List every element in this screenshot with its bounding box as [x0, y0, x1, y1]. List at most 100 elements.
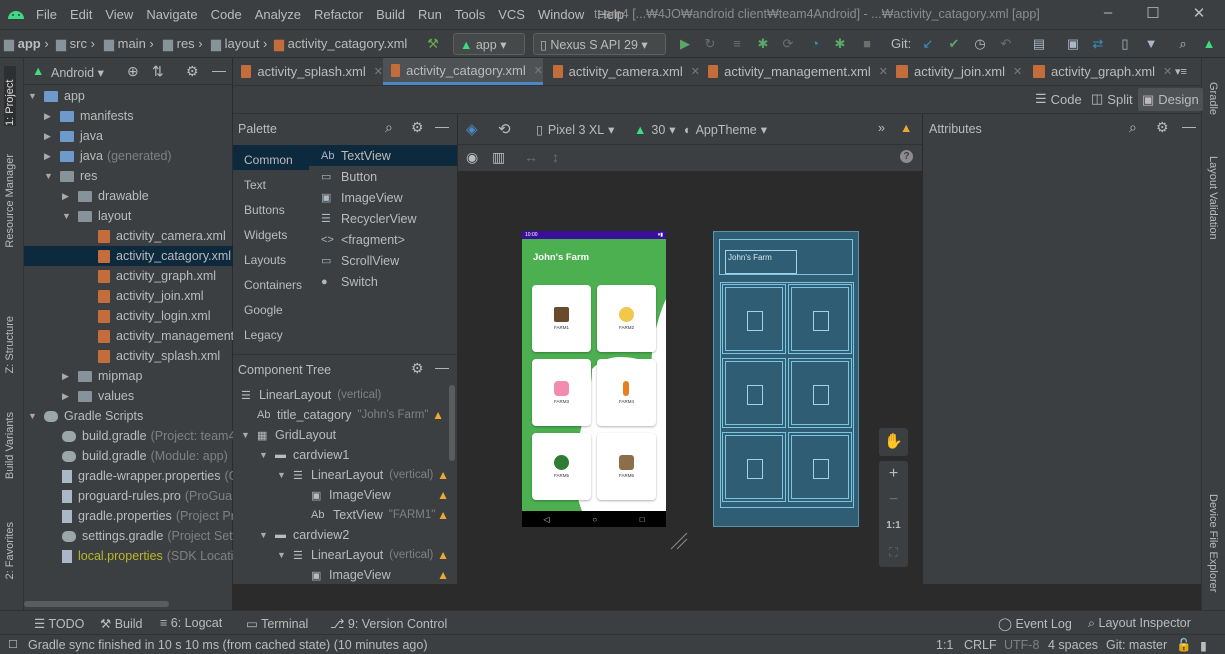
close-icon[interactable]: ✕: [1189, 4, 1209, 24]
git-history-icon[interactable]: ◷: [973, 37, 987, 51]
resize-handle-icon[interactable]: [669, 531, 689, 551]
tab-activity-graph[interactable]: activity_graph.xml ✕: [1025, 58, 1173, 85]
locate-icon[interactable]: ⊕: [127, 63, 139, 80]
tree-item[interactable]: ▶ java: [44, 126, 103, 146]
close-tab-icon[interactable]: ✕: [879, 65, 888, 78]
hide-icon[interactable]: —: [435, 359, 449, 375]
warning-icon[interactable]: ▲: [437, 468, 449, 482]
attach-debugger-icon[interactable]: ⟳: [781, 37, 795, 51]
tree-item[interactable]: activity_management.: [98, 326, 238, 346]
device-file-explorer-tab[interactable]: Device File Explorer: [1207, 494, 1219, 592]
card-farm2[interactable]: FARM2: [597, 285, 656, 352]
palette-item[interactable]: Ab TextView: [309, 145, 457, 166]
caret-position[interactable]: 1:1: [936, 638, 953, 652]
search-icon[interactable]: ⌕: [1176, 37, 1190, 51]
tree-item[interactable]: ▼ app: [28, 86, 85, 106]
breadcrumb-src[interactable]: ▆ src ›: [56, 36, 95, 52]
hide-icon[interactable]: —: [212, 62, 226, 78]
component-tree-item[interactable]: ▼ ☰ LinearLayout (vertical) ▲: [277, 465, 455, 485]
tree-item[interactable]: gradle.properties (Project Pro: [62, 506, 242, 526]
stop-icon[interactable]: ■: [860, 37, 874, 51]
tab-overflow-icon[interactable]: ▾≡: [1175, 65, 1187, 78]
blueprint-preview[interactable]: John's Farm: [713, 231, 859, 527]
horizontal-scrollbar[interactable]: [24, 601, 169, 607]
minimize-icon[interactable]: –: [1098, 4, 1118, 24]
todo-tab[interactable]: ☰ TODO: [34, 616, 84, 631]
palette-category[interactable]: Widgets: [233, 220, 309, 245]
file-encoding[interactable]: UTF-8: [1004, 638, 1039, 652]
tree-item[interactable]: activity_camera.xml: [98, 226, 226, 246]
tree-item[interactable]: proguard-rules.pro (ProGuar: [62, 486, 236, 506]
tree-item[interactable]: settings.gradle (Project Setti: [62, 526, 239, 546]
resource-manager-tab[interactable]: Resource Manager: [4, 154, 16, 248]
component-tree-item[interactable]: Ab TextView "FARM1" ▲: [311, 505, 455, 525]
tab-activity-splash[interactable]: activity_splash.xml ✕: [233, 58, 383, 85]
palette-category[interactable]: Text: [233, 170, 309, 195]
debug-icon[interactable]: ✱: [756, 37, 770, 51]
orientation-icon[interactable]: ⟲: [498, 120, 511, 138]
menu-run[interactable]: Run: [418, 7, 442, 22]
component-tree-item[interactable]: ▼ ▬ cardview1: [259, 445, 446, 465]
menu-navigate[interactable]: Navigate: [146, 7, 197, 22]
component-tree-item[interactable]: ☰ LinearLayout (vertical): [241, 385, 446, 405]
close-tab-icon[interactable]: ✕: [374, 65, 383, 78]
tab-activity-join[interactable]: activity_join.xml ✕: [888, 58, 1025, 85]
theme-dropdown[interactable]: ◐ AppTheme ▾: [684, 122, 767, 138]
phone-preview[interactable]: 10:00 ▾▮ John's Farm FARM1 FARM2 FARM3 FA…: [522, 231, 666, 527]
build-variants-tab[interactable]: Build Variants: [4, 412, 16, 479]
card-farm3[interactable]: FARM3: [532, 359, 591, 426]
breadcrumb-layout[interactable]: ▆ layout ›: [211, 36, 267, 52]
eye-icon[interactable]: ◉: [466, 149, 478, 166]
menu-file[interactable]: File: [36, 7, 57, 22]
tree-item[interactable]: gradle-wrapper.properties (G: [62, 466, 238, 486]
menu-code[interactable]: Code: [211, 7, 242, 22]
gear-icon[interactable]: ⚙: [1156, 119, 1169, 136]
overflow-icon[interactable]: »: [878, 121, 885, 135]
run-config-dropdown[interactable]: ▲ app ▾: [453, 33, 525, 55]
tab-activity-management[interactable]: activity_management.xml ✕: [700, 58, 888, 85]
palette-category[interactable]: Google: [233, 295, 309, 320]
structure-tab[interactable]: Z: Structure: [4, 316, 16, 373]
zoom-reset-button[interactable]: 1:1: [879, 513, 908, 539]
sdk-manager-icon[interactable]: ▼: [1144, 37, 1158, 51]
gear-icon[interactable]: ⚙: [411, 119, 424, 136]
component-tree-item[interactable]: Ab title_catagory "John's Farm" ▲: [257, 405, 450, 425]
horizontal-resize-icon[interactable]: ↔: [524, 149, 538, 165]
layout-inspector-tab[interactable]: ⌕ Layout Inspector: [1088, 616, 1191, 631]
search-icon[interactable]: ⌕: [1129, 119, 1137, 136]
api-dropdown[interactable]: ▲ 30 ▾: [634, 122, 676, 138]
palette-item[interactable]: ▣ ImageView: [309, 187, 457, 208]
component-tree-item[interactable]: ▼ ▬ cardview2: [259, 525, 446, 545]
git-rollback-icon[interactable]: ↶: [999, 37, 1013, 51]
lock-icon[interactable]: 🔓: [1176, 638, 1192, 653]
tree-item[interactable]: ▶ drawable: [62, 186, 149, 206]
warning-icon[interactable]: ▲: [437, 508, 449, 522]
breadcrumb-file[interactable]: ▆ activity_catagory.xml: [274, 36, 407, 52]
palette-category[interactable]: Layouts: [233, 245, 309, 270]
terminal-tab[interactable]: ▭ Terminal: [246, 616, 308, 631]
tab-activity-camera[interactable]: activity_camera.xml ✕: [545, 58, 700, 85]
git-update-icon[interactable]: ↙: [921, 37, 935, 51]
menu-build[interactable]: Build: [376, 7, 405, 22]
sync-icon[interactable]: ⇄: [1091, 37, 1105, 51]
hammer-icon[interactable]: ⚒: [426, 37, 440, 51]
tree-item[interactable]: ▶ manifests: [44, 106, 134, 126]
collapse-icon[interactable]: ⇅: [152, 63, 164, 80]
tree-item[interactable]: ▼ res: [44, 166, 97, 186]
version-control-tab[interactable]: ⎇ 9: Version Control: [330, 616, 447, 631]
coverage-icon[interactable]: ✱: [833, 37, 847, 51]
tree-item-selected[interactable]: activity_catagory.xml: [24, 246, 233, 266]
breadcrumb-main[interactable]: ▆ main ›: [104, 36, 154, 52]
menu-edit[interactable]: Edit: [70, 7, 92, 22]
component-tree-item[interactable]: ▣ ImageView ▲: [311, 485, 455, 505]
tree-item[interactable]: build.gradle (Project: team4): [62, 426, 240, 446]
code-mode-button[interactable]: ☰ Code: [1035, 91, 1082, 107]
menu-tools[interactable]: Tools: [455, 7, 485, 22]
card-farm5[interactable]: FARM5: [532, 433, 591, 500]
card-farm6[interactable]: FARM6: [597, 433, 656, 500]
tree-item[interactable]: ▶ values: [62, 386, 134, 406]
zoom-out-icon[interactable]: −: [879, 487, 908, 513]
device-dropdown[interactable]: ▯ Nexus S API 29 ▾: [533, 33, 666, 55]
tree-item[interactable]: activity_login.xml: [98, 306, 210, 326]
close-tab-icon[interactable]: ✕: [534, 64, 543, 77]
